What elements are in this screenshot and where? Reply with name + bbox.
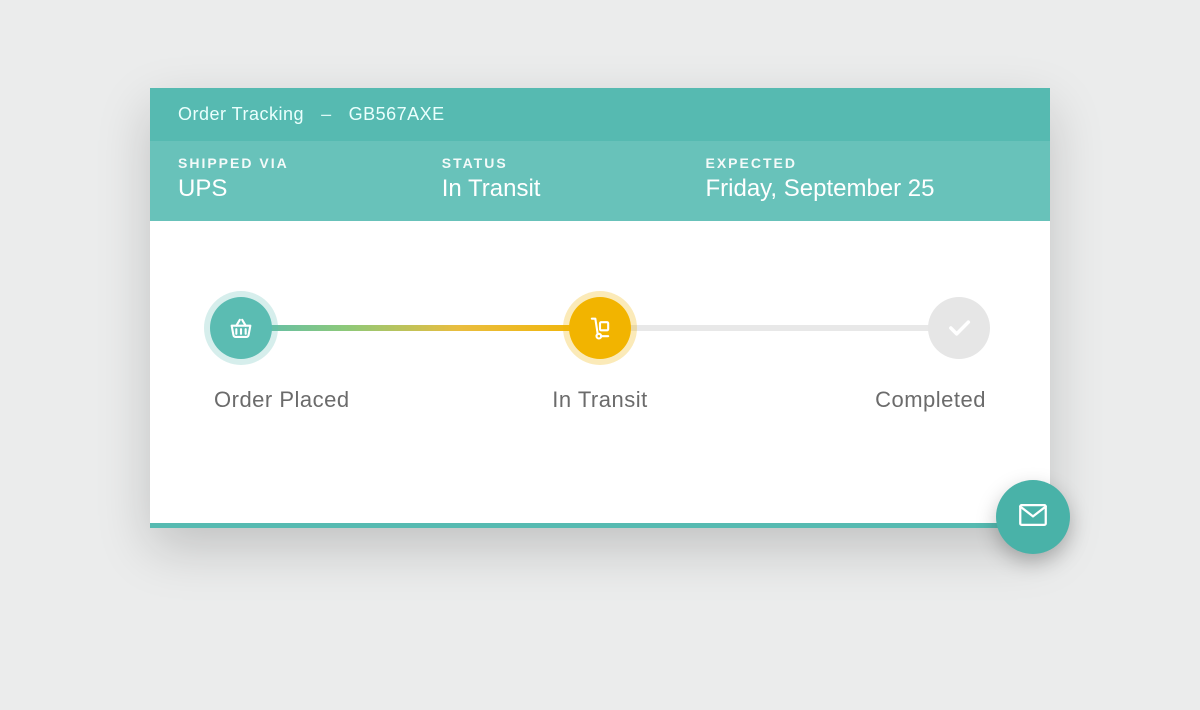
status-label: STATUS	[442, 155, 706, 171]
order-tracking-card: Order Tracking – GB567AXE SHIPPED VIA UP…	[150, 88, 1050, 528]
step-placed-node	[210, 297, 272, 359]
titlebar: Order Tracking – GB567AXE	[150, 88, 1050, 141]
title-label: Order Tracking	[178, 104, 304, 124]
status-value: In Transit	[442, 175, 706, 203]
hand-truck-icon	[569, 297, 631, 359]
info-row: SHIPPED VIA UPS STATUS In Transit EXPECT…	[150, 141, 1050, 221]
mail-button[interactable]	[996, 480, 1070, 554]
step-transit-node	[569, 297, 631, 359]
info-status: STATUS In Transit	[442, 155, 706, 203]
mail-icon	[1016, 498, 1050, 537]
progress-line-fill	[245, 325, 600, 331]
title-dash: –	[316, 104, 338, 124]
step-label-completed: Completed	[730, 387, 990, 413]
expected-value: Friday, September 25	[706, 175, 1023, 203]
step-completed-node	[928, 297, 990, 359]
expected-label: EXPECTED	[706, 155, 1023, 171]
progress-body: Order Placed In Transit Completed	[150, 221, 1050, 523]
shipped-via-value: UPS	[178, 175, 442, 203]
step-label-placed: Order Placed	[210, 387, 470, 413]
info-shipped: SHIPPED VIA UPS	[178, 155, 442, 203]
info-expected: EXPECTED Friday, September 25	[706, 155, 1023, 203]
step-label-transit: In Transit	[470, 387, 730, 413]
step-labels: Order Placed In Transit Completed	[210, 387, 990, 413]
shipped-via-label: SHIPPED VIA	[178, 155, 442, 171]
progress-track	[210, 293, 990, 363]
check-icon	[928, 297, 990, 359]
order-number: GB567AXE	[349, 104, 445, 124]
basket-icon	[210, 297, 272, 359]
